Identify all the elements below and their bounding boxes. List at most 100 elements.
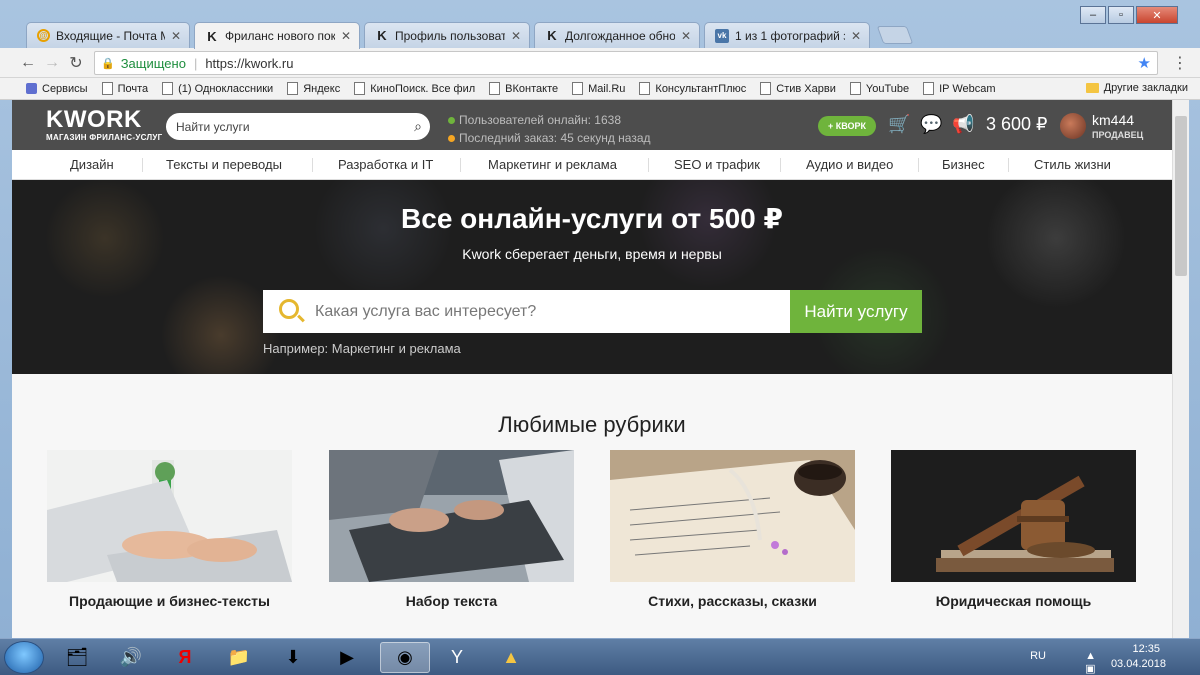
taskbar-media-icon[interactable]: 🔊 (110, 642, 152, 673)
taskbar-download-icon[interactable]: ⬇ (272, 642, 314, 673)
find-service-button[interactable]: Найти услугу (790, 290, 922, 333)
close-tab-icon[interactable]: ✕ (511, 29, 521, 43)
page-icon (760, 82, 772, 95)
page-icon (923, 82, 935, 95)
taskbar-player-icon[interactable]: ▶ (326, 642, 368, 673)
close-tab-icon[interactable]: ✕ (171, 29, 181, 43)
tab-kwork-home[interactable]: K Фриланс нового поколения ✕ (194, 22, 360, 49)
clock-date[interactable]: 03.04.2018 (1111, 658, 1166, 670)
taskbar-chrome-icon[interactable]: ◉ (380, 642, 430, 673)
back-arrow-icon[interactable]: ← (18, 53, 38, 73)
search-example[interactable]: Например: Маркетинг и реклама (263, 341, 461, 356)
laptop-typing-image (47, 450, 292, 582)
page-scrollbar[interactable] (1172, 100, 1189, 638)
tab-update[interactable]: K Долгожданное обновление ✕ (534, 22, 700, 48)
bookmark-consultant[interactable]: КонсультантПлюс (639, 82, 746, 95)
bookmark-pochta[interactable]: Почта (101, 82, 148, 95)
rubric-card-poems[interactable] (610, 450, 855, 582)
keyboard-typing-image (329, 450, 574, 582)
search-icon[interactable]: ⌕ (414, 118, 422, 135)
balance[interactable]: 3 600 ₽ (986, 114, 1048, 135)
quill-paper-image (610, 450, 855, 582)
rubric-label[interactable]: Юридическая помощь (891, 593, 1136, 609)
category-design[interactable]: Дизайн (70, 157, 114, 172)
browser-toolbar: ← → ↻ 🔒 Защищено | https://kwork.ru ★ ⋮ (0, 48, 1200, 78)
taskbar-aimp-icon[interactable]: ▲ (490, 642, 532, 673)
browser-menu-icon[interactable]: ⋮ (1172, 53, 1188, 73)
bookmark-kinopoisk[interactable]: КиноПоиск. Все фил (354, 82, 475, 95)
category-texts[interactable]: Тексты и переводы (166, 157, 282, 172)
tab-vk-photo[interactable]: vk 1 из 1 фотографий загр ✕ (704, 22, 870, 48)
page-icon (849, 82, 861, 95)
category-seo[interactable]: SEO и трафик (674, 157, 760, 172)
site-header: KWORK МАГАЗИН ФРИЛАНС-УСЛУГ Найти услуги… (12, 100, 1172, 150)
kwork-icon: K (377, 28, 387, 43)
bookmark-steve-harvey[interactable]: Стив Харви (760, 82, 836, 95)
add-kwork-button[interactable]: + КВОРК (818, 116, 876, 136)
kwork-logo[interactable]: KWORK МАГАЗИН ФРИЛАНС-УСЛУГ (46, 108, 163, 143)
online-dot-icon (448, 117, 455, 125)
page-icon (354, 82, 366, 95)
rubric-label[interactable]: Набор текста (329, 593, 574, 609)
tab-profile[interactable]: K Профиль пользователя ✕ (364, 22, 530, 48)
new-tab-button[interactable] (876, 26, 914, 44)
category-development[interactable]: Разработка и IT (338, 157, 433, 172)
bookmark-yandex[interactable]: Яндекс (287, 82, 340, 95)
messages-icon[interactable]: 💬 (920, 114, 942, 135)
hero-search-input[interactable]: Какая услуга вас интересует? (263, 290, 790, 333)
url-text: https://kwork.ru (205, 55, 294, 71)
tab-mail[interactable]: @ Входящие - Почта Mail.Ru ✕ (26, 22, 190, 48)
forward-arrow-icon[interactable]: → (42, 53, 62, 73)
hero-banner: Все онлайн-услуги от 500 ₽ Kwork сберега… (12, 180, 1172, 374)
close-tab-icon[interactable]: ✕ (851, 29, 861, 43)
close-window-button[interactable]: ✕ (1136, 6, 1178, 24)
rubric-label[interactable]: Продающие и бизнес-тексты (47, 593, 292, 609)
header-search-input[interactable]: Найти услуги ⌕ (166, 113, 430, 140)
avatar[interactable] (1060, 113, 1086, 139)
taskbar-yandex-icon[interactable]: Я (164, 642, 206, 673)
language-indicator[interactable]: RU (1030, 650, 1046, 662)
search-icon (279, 299, 299, 319)
mail-icon: @ (37, 29, 50, 42)
page-viewport: KWORK МАГАЗИН ФРИЛАНС-УСЛУГ Найти услуги… (12, 100, 1172, 638)
minimize-button[interactable]: – (1080, 6, 1106, 24)
close-tab-icon[interactable]: ✕ (341, 29, 351, 43)
taskbar-app-icon[interactable]: 🗂 (56, 642, 98, 673)
taskbar-yandex-browser-icon[interactable]: Y (436, 642, 478, 673)
bookmark-vkontakte[interactable]: ВКонтакте (489, 82, 558, 95)
start-button[interactable] (4, 641, 44, 674)
rubric-label[interactable]: Стихи, рассказы, сказки (610, 593, 855, 609)
secure-label: Защищено (120, 55, 186, 71)
cart-icon[interactable]: 🛒 (888, 114, 910, 135)
tray-icons[interactable]: ▲ ▣ ♪ (1085, 650, 1096, 675)
address-bar[interactable]: 🔒 Защищено | https://kwork.ru ★ (94, 51, 1158, 75)
category-business[interactable]: Бизнес (942, 157, 985, 172)
scrollbar-thumb[interactable] (1175, 116, 1187, 276)
bookmark-youtube[interactable]: YouTube (849, 82, 909, 95)
bookmark-odnoklassniki[interactable]: (1) Одноклассники (162, 82, 273, 95)
folder-icon (1085, 83, 1099, 93)
kwork-icon: K (207, 28, 217, 44)
bookmark-ip-webcam[interactable]: IP Webcam (923, 82, 996, 95)
notifications-icon[interactable]: 📢 (952, 114, 974, 135)
close-tab-icon[interactable]: ✕ (681, 29, 691, 43)
page-icon (572, 82, 584, 95)
maximize-button[interactable]: ▫ (1108, 6, 1134, 24)
rubric-card-legal[interactable] (891, 450, 1136, 582)
category-marketing[interactable]: Маркетинг и реклама (488, 157, 617, 172)
bookmark-other-folder[interactable]: Другие закладки (1085, 82, 1188, 94)
reload-icon[interactable]: ↻ (66, 53, 86, 73)
taskbar: 🗂 🔊 Я 📁 ⬇ ▶ ◉ Y ▲ RU ▲ ▣ ♪ 12:35 03.04.2… (0, 638, 1200, 675)
rubric-card-typing[interactable] (329, 450, 574, 582)
kwork-icon: K (547, 28, 557, 43)
username[interactable]: km444 (1092, 112, 1134, 128)
bookmark-mailru[interactable]: Mail.Ru (572, 82, 625, 95)
rubric-card-sales-texts[interactable] (47, 450, 292, 582)
category-lifestyle[interactable]: Стиль жизни (1034, 157, 1111, 172)
page-icon (162, 82, 174, 95)
bookmark-star-icon[interactable]: ★ (1138, 54, 1151, 72)
category-audio-video[interactable]: Аудио и видео (806, 157, 893, 172)
bookmark-apps[interactable]: Сервисы (26, 83, 88, 95)
taskbar-explorer-icon[interactable]: 📁 (218, 642, 260, 673)
clock-time[interactable]: 12:35 (1132, 643, 1160, 655)
